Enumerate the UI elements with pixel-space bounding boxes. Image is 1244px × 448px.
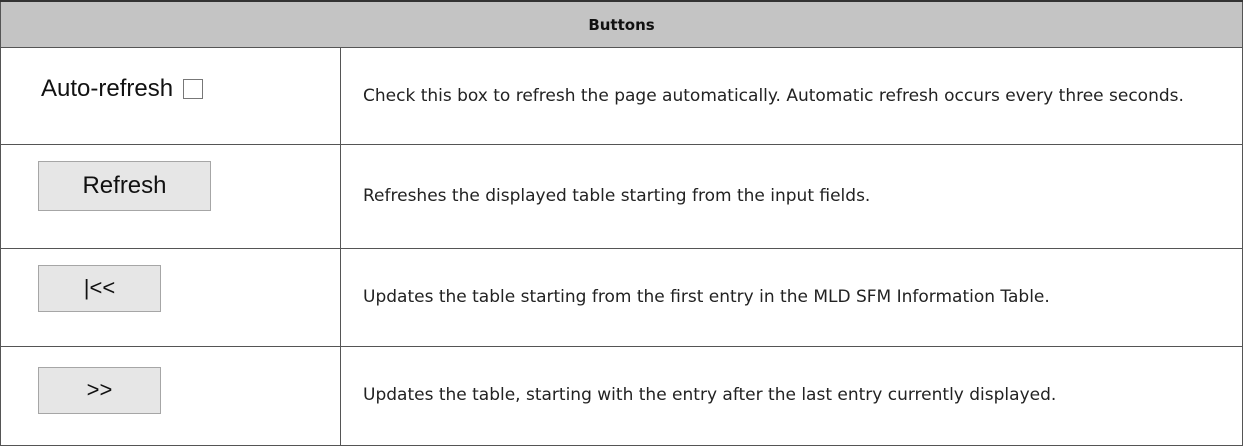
description-cell: Updates the table, starting with the ent… bbox=[340, 345, 1243, 447]
refresh-button[interactable]: Refresh bbox=[38, 161, 211, 212]
table-header: Buttons bbox=[0, 0, 1243, 49]
auto-refresh-label: Auto-refresh bbox=[41, 75, 174, 103]
control-cell: Refresh bbox=[0, 144, 341, 249]
buttons-table: Buttons Auto-refresh Check this box to r… bbox=[0, 0, 1243, 447]
table-header-row: Buttons bbox=[0, 0, 1243, 49]
table-row: >> Updates the table, starting with the … bbox=[0, 345, 1243, 447]
table-row: Refresh Refreshes the displayed table st… bbox=[0, 144, 1243, 249]
auto-refresh-checkbox[interactable] bbox=[183, 79, 204, 100]
control-cell: Auto-refresh bbox=[0, 47, 341, 146]
description-cell: Check this box to refresh the page autom… bbox=[340, 47, 1243, 146]
table-row: Auto-refresh Check this box to refresh t… bbox=[0, 47, 1243, 146]
table-row: |<< Updates the table starting from the … bbox=[0, 247, 1243, 347]
control-cell: >> bbox=[0, 345, 341, 447]
description-cell: Refreshes the displayed table starting f… bbox=[340, 144, 1243, 249]
next-page-button[interactable]: >> bbox=[38, 366, 161, 414]
auto-refresh-control[interactable]: Auto-refresh bbox=[41, 75, 204, 103]
description-cell: Updates the table starting from the firs… bbox=[340, 247, 1243, 347]
first-page-button[interactable]: |<< bbox=[38, 264, 161, 312]
control-cell: |<< bbox=[0, 247, 341, 347]
